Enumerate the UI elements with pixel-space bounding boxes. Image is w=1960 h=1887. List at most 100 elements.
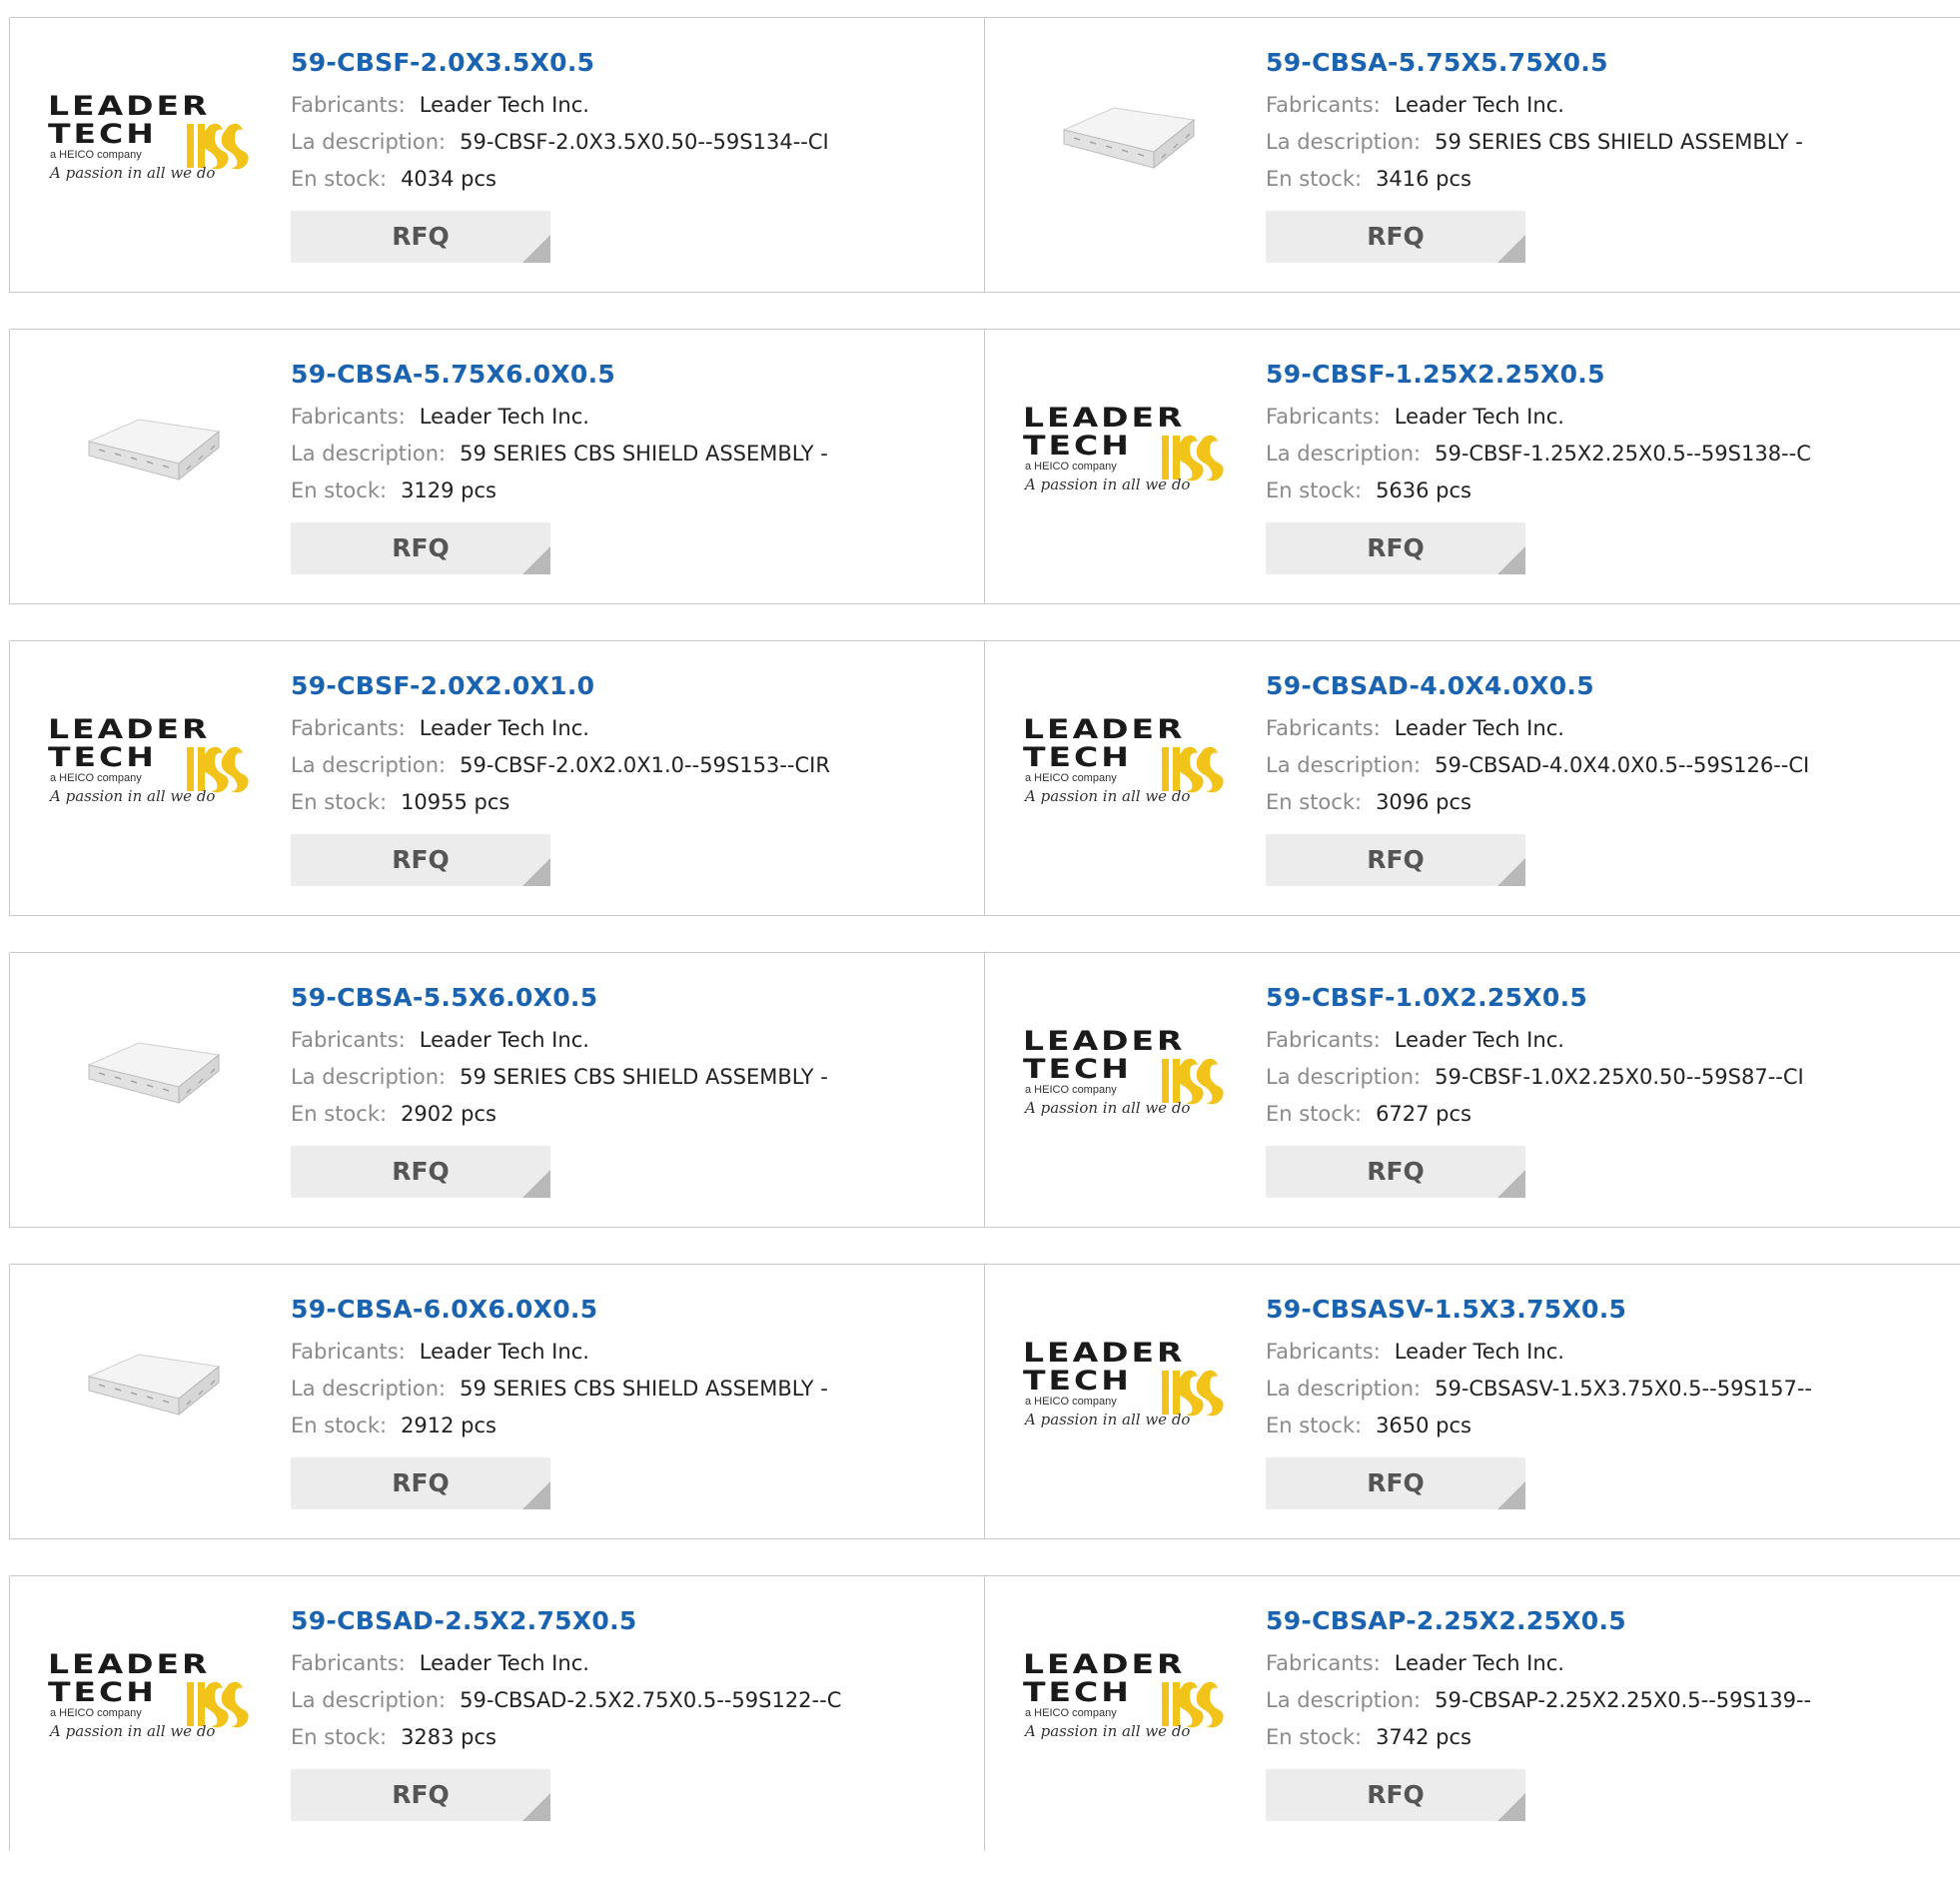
product-part-link[interactable]: 59-CBSF-2.0X3.5X0.5 — [291, 48, 829, 77]
manufacturer-label: Fabricants: — [291, 1651, 406, 1675]
corner-triangle-icon — [1497, 1170, 1525, 1198]
rfq-button[interactable]: RFQ — [1266, 1769, 1525, 1821]
product-info: 59-CBSAD-4.0X4.0X0.5 Fabricants: Leader Te… — [1266, 671, 1809, 886]
description-value: 59-CBSF-1.0X2.25X0.50--59S87--CI — [1435, 1065, 1804, 1089]
manufacturer-value: Leader Tech Inc. — [1394, 1028, 1564, 1052]
manufacturer-value: Leader Tech Inc. — [1394, 405, 1564, 429]
product-thumbnail[interactable] — [1021, 80, 1227, 200]
product-part-link[interactable]: 59-CBSF-1.0X2.25X0.5 — [1266, 983, 1804, 1012]
description-label: La description: — [291, 1377, 447, 1401]
product-thumbnail[interactable]: LEADER TECH a HEICO company A passion in… — [46, 80, 252, 200]
product-thumbnail[interactable]: LEADER TECH a HEICO company A passion in… — [1021, 392, 1227, 511]
rfq-button[interactable]: RFQ — [291, 211, 550, 263]
product-row: 59-CBSA-5.5X6.0X0.5 Fabricants: Leader Tec… — [9, 952, 1960, 1228]
rfq-label: RFQ — [392, 1157, 450, 1186]
stock-line: En stock: 3283 pcs — [291, 1719, 841, 1756]
logo-tagline: A passion in all we do — [1025, 1722, 1191, 1740]
product-row: LEADER TECH a HEICO company A passion in… — [9, 640, 1960, 916]
description-value: 59-CBSF-2.0X2.0X1.0--59S153--CIR — [460, 753, 830, 777]
product-card: LEADER TECH a HEICO company A passion in… — [985, 1576, 1960, 1851]
product-part-link[interactable]: 59-CBSAD-4.0X4.0X0.5 — [1266, 671, 1809, 700]
stock-label: En stock: — [1266, 1414, 1363, 1437]
product-thumbnail[interactable] — [46, 1327, 252, 1446]
description-value: 59 SERIES CBS SHIELD ASSEMBLY - — [1435, 130, 1803, 154]
product-thumbnail[interactable]: LEADER TECH a HEICO company A passion in… — [46, 703, 252, 823]
corner-triangle-icon — [522, 1170, 550, 1198]
logo-word-tech: TECH — [1023, 1365, 1132, 1397]
rfq-button[interactable]: RFQ — [1266, 211, 1525, 263]
description-line: La description: 59-CBSF-1.0X2.25X0.50--59… — [1266, 1059, 1804, 1096]
rfq-button[interactable]: RFQ — [1266, 1146, 1525, 1198]
manufacturer-value: Leader Tech Inc. — [1394, 1340, 1564, 1364]
description-label: La description: — [291, 1688, 447, 1712]
stock-value: 3650 pcs — [1376, 1414, 1471, 1437]
rfq-button[interactable]: RFQ — [291, 522, 550, 574]
logo-tagline: A passion in all we do — [1025, 1411, 1191, 1428]
leader-tech-logo: LEADER TECH a HEICO company A passion in… — [1021, 713, 1227, 813]
product-part-link[interactable]: 59-CBSAP-2.25X2.25X0.5 — [1266, 1606, 1811, 1635]
rfq-button[interactable]: RFQ — [291, 1146, 550, 1198]
product-card: LEADER TECH a HEICO company A passion in… — [985, 1265, 1960, 1538]
rfq-button[interactable]: RFQ — [291, 1769, 550, 1821]
manufacturer-line: Fabricants: Leader Tech Inc. — [291, 1022, 828, 1059]
stock-value: 10955 pcs — [401, 790, 510, 814]
product-part-link[interactable]: 59-CBSA-5.75X6.0X0.5 — [291, 360, 828, 389]
product-card: 59-CBSA-5.75X6.0X0.5 Fabricants: Leader Te… — [10, 330, 985, 603]
stock-line: En stock: 3416 pcs — [1266, 161, 1803, 198]
corner-triangle-icon — [522, 546, 550, 574]
product-thumbnail[interactable]: LEADER TECH a HEICO company A passion in… — [1021, 1638, 1227, 1758]
description-line: La description: 59-CBSAD-4.0X4.0X0.5--59S… — [1266, 747, 1809, 784]
manufacturer-value: Leader Tech Inc. — [419, 405, 589, 429]
manufacturer-label: Fabricants: — [291, 405, 406, 429]
manufacturer-line: Fabricants: Leader Tech Inc. — [1266, 399, 1811, 436]
stock-line: En stock: 10955 pcs — [291, 784, 830, 821]
stock-value: 4034 pcs — [401, 167, 496, 191]
stock-label: En stock: — [291, 790, 388, 814]
product-card: LEADER TECH a HEICO company A passion in… — [985, 953, 1960, 1227]
logo-word-tech: TECH — [48, 1676, 157, 1708]
product-part-link[interactable]: 59-CBSF-2.0X2.0X1.0 — [291, 671, 830, 700]
product-info: 59-CBSA-6.0X6.0X0.5 Fabricants: Leader Tec… — [291, 1295, 828, 1509]
description-value: 59-CBSF-2.0X3.5X0.50--59S134--CI — [460, 130, 829, 154]
logo-word-tech: TECH — [48, 118, 157, 150]
shield-box-photo — [87, 1354, 221, 1416]
logo-word-leader: LEADER — [48, 1648, 211, 1680]
product-part-link[interactable]: 59-CBSA-5.5X6.0X0.5 — [291, 983, 828, 1012]
manufacturer-line: Fabricants: Leader Tech Inc. — [291, 1334, 828, 1371]
rfq-button[interactable]: RFQ — [291, 834, 550, 886]
product-part-link[interactable]: 59-CBSA-6.0X6.0X0.5 — [291, 1295, 828, 1324]
description-value: 59-CBSF-1.25X2.25X0.5--59S138--C — [1435, 442, 1811, 466]
product-thumbnail[interactable]: LEADER TECH a HEICO company A passion in… — [1021, 1327, 1227, 1446]
stock-value: 6727 pcs — [1376, 1102, 1471, 1126]
product-thumbnail[interactable]: LEADER TECH a HEICO company A passion in… — [1021, 1015, 1227, 1135]
description-line: La description: 59-CBSF-2.0X2.0X1.0--59S1… — [291, 747, 830, 784]
description-value: 59-CBSAP-2.25X2.25X0.5--59S139-- — [1435, 1688, 1812, 1712]
manufacturer-line: Fabricants: Leader Tech Inc. — [291, 87, 829, 124]
shield-box-photo — [87, 419, 221, 481]
product-info: 59-CBSF-2.0X2.0X1.0 Fabricants: Leader Tec… — [291, 671, 830, 886]
rfq-button[interactable]: RFQ — [1266, 1457, 1525, 1509]
product-thumbnail[interactable]: LEADER TECH a HEICO company A passion in… — [1021, 703, 1227, 823]
logo-tagline: A passion in all we do — [50, 787, 216, 805]
logo-heico-text: a HEICO company — [1025, 1396, 1117, 1408]
logo-heico-text: a HEICO company — [1025, 772, 1117, 784]
description-value: 59-CBSAD-4.0X4.0X0.5--59S126--CI — [1435, 753, 1810, 777]
product-part-link[interactable]: 59-CBSAD-2.5X2.75X0.5 — [291, 1606, 841, 1635]
manufacturer-label: Fabricants: — [1266, 1028, 1381, 1052]
stock-label: En stock: — [1266, 1725, 1363, 1749]
description-label: La description: — [291, 753, 447, 777]
description-line: La description: 59-CBSAP-2.25X2.25X0.5--5… — [1266, 1682, 1811, 1719]
logo-tagline: A passion in all we do — [1025, 1099, 1191, 1117]
product-thumbnail[interactable] — [46, 1015, 252, 1135]
product-thumbnail[interactable]: LEADER TECH a HEICO company A passion in… — [46, 1638, 252, 1758]
product-part-link[interactable]: 59-CBSA-5.75X5.75X0.5 — [1266, 48, 1803, 77]
rfq-button[interactable]: RFQ — [1266, 522, 1525, 574]
product-thumbnail[interactable] — [46, 392, 252, 511]
stock-line: En stock: 4034 pcs — [291, 161, 829, 198]
product-part-link[interactable]: 59-CBSF-1.25X2.25X0.5 — [1266, 360, 1811, 389]
rfq-button[interactable]: RFQ — [1266, 834, 1525, 886]
product-card: LEADER TECH a HEICO company A passion in… — [10, 18, 985, 292]
corner-triangle-icon — [1497, 235, 1525, 263]
product-part-link[interactable]: 59-CBSASV-1.5X3.75X0.5 — [1266, 1295, 1812, 1324]
rfq-button[interactable]: RFQ — [291, 1457, 550, 1509]
